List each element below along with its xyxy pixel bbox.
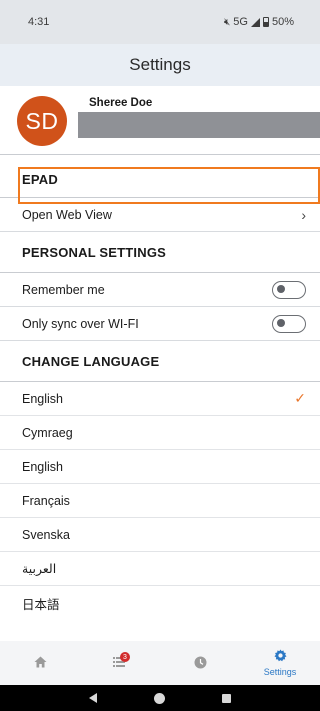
nav-settings-label: Settings <box>263 667 297 677</box>
mute-icon: 🔇︎ <box>223 16 231 28</box>
back-icon[interactable] <box>88 693 97 703</box>
language-label: English <box>22 459 63 474</box>
profile-details-redacted <box>78 112 320 138</box>
avatar[interactable]: SD <box>17 96 67 146</box>
profile-header: SD Sheree Doe <box>0 86 320 154</box>
checkmark-icon: ✓ <box>294 390 306 406</box>
status-icons: 🔇︎ 5G 50% <box>224 16 294 28</box>
toggle-knob <box>277 285 285 293</box>
language-item-english[interactable]: English ✓ <box>0 382 320 416</box>
chevron-right-icon: › <box>301 206 306 223</box>
only-sync-wifi-row: Only sync over WI-FI <box>0 307 320 341</box>
remember-me-toggle[interactable] <box>272 280 306 299</box>
remember-me-row: Remember me <box>0 273 320 307</box>
section-header-epad: EPAD <box>22 171 58 187</box>
divider <box>0 154 320 155</box>
network-label: 5G <box>233 16 248 28</box>
section-header-language: CHANGE LANGUAGE <box>22 353 160 369</box>
battery-icon <box>262 17 269 27</box>
nav-settings[interactable]: Settings <box>240 641 320 685</box>
battery-level: 50% <box>271 16 294 28</box>
gear-icon <box>273 649 287 664</box>
system-nav-bar <box>0 685 320 711</box>
remember-me-label: Remember me <box>22 282 105 297</box>
language-label: English <box>22 391 63 406</box>
nav-home[interactable] <box>0 641 80 685</box>
language-item-svenska[interactable]: Svenska <box>0 518 320 552</box>
language-label: Svenska <box>22 527 70 542</box>
open-web-view-row[interactable]: Open Web View › <box>0 198 320 232</box>
bottom-nav: 3 Settings <box>0 641 320 685</box>
profile-name: Sheree Doe <box>89 97 153 109</box>
settings-list: EPAD Open Web View › PERSONAL SETTINGS R… <box>0 154 320 620</box>
nav-history[interactable] <box>160 641 240 685</box>
language-item-francais[interactable]: Français <box>0 484 320 518</box>
recent-apps-icon[interactable] <box>222 693 232 703</box>
section-header-personal: PERSONAL SETTINGS <box>22 244 167 260</box>
status-bar: 4:31 🔇︎ 5G 50% <box>0 0 320 44</box>
toggle-knob <box>277 319 285 327</box>
language-item-japanese[interactable]: 日本語 <box>0 586 320 620</box>
app-bar: Settings <box>0 44 320 86</box>
signal-icon <box>250 17 260 27</box>
language-item-arabic[interactable]: العربية <box>0 552 320 586</box>
only-sync-wifi-label: Only sync over WI-FI <box>22 316 139 331</box>
clock-icon <box>194 656 207 671</box>
page-title: Settings <box>129 55 191 74</box>
language-label: Cymraeg <box>22 425 73 440</box>
only-sync-wifi-toggle[interactable] <box>272 314 306 333</box>
nav-list[interactable]: 3 <box>80 641 160 685</box>
home-circle-icon[interactable] <box>153 692 165 704</box>
language-item-cymraeg[interactable]: Cymraeg <box>0 416 320 450</box>
language-label: Français <box>22 493 70 508</box>
open-web-view-label: Open Web View <box>22 207 112 222</box>
status-time: 4:31 <box>28 16 50 28</box>
home-icon <box>34 656 47 670</box>
language-label: 日本語 <box>22 597 60 612</box>
notification-badge: 3 <box>120 652 130 662</box>
language-label: العربية <box>22 562 57 576</box>
language-item-english-2[interactable]: English <box>0 450 320 484</box>
